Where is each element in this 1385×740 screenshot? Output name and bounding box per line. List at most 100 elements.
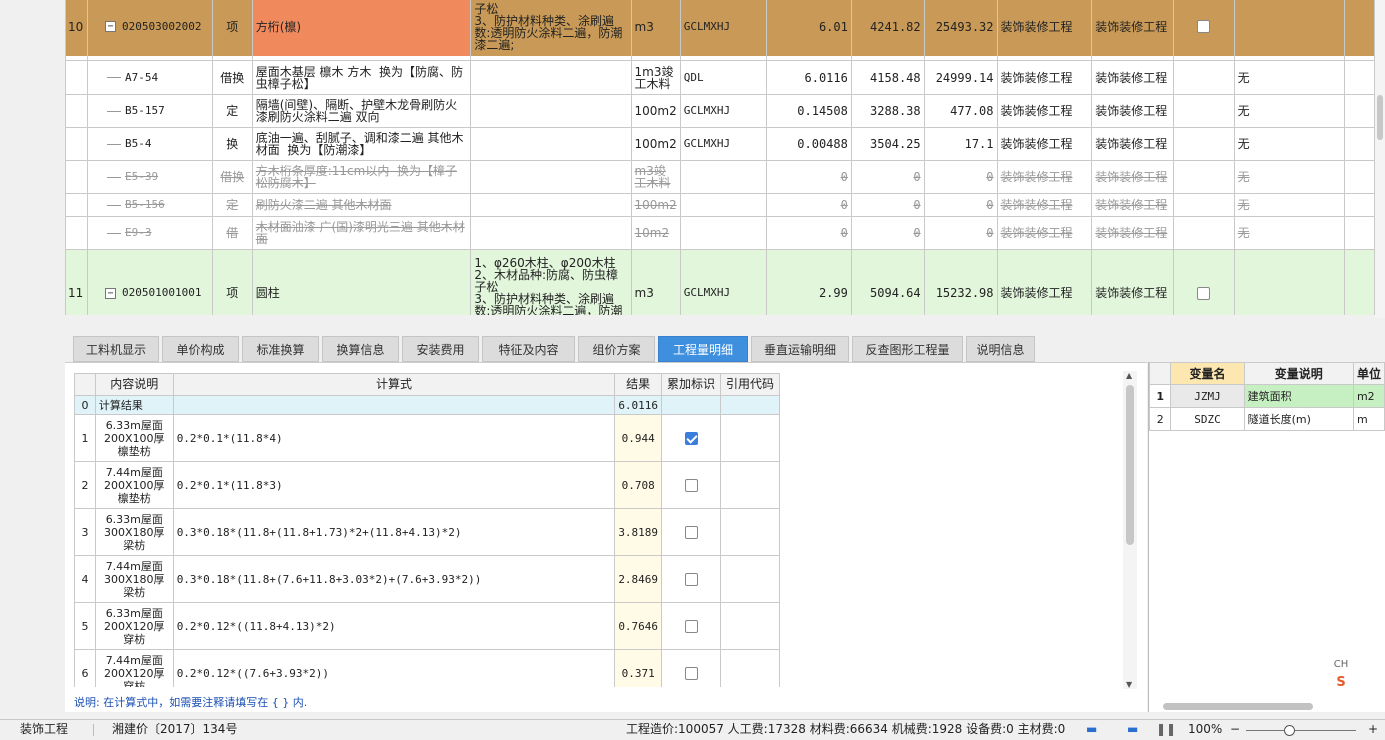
item-price[interactable]: 0 <box>850 216 925 250</box>
item-qty-rule[interactable] <box>679 216 768 250</box>
var-index[interactable]: 1 <box>1148 384 1172 408</box>
zoom-slider-track[interactable] <box>1246 730 1356 731</box>
item-total[interactable]: 24999.14 <box>923 60 998 95</box>
item-total[interactable]: 25493.32 <box>923 0 998 57</box>
row-flag-cell[interactable] <box>661 461 722 509</box>
accumulate-checkbox[interactable] <box>684 666 698 680</box>
row-ref[interactable] <box>720 461 780 509</box>
item-qty[interactable]: 2.99 <box>766 249 852 315</box>
item-checkbox-cell[interactable] <box>1173 249 1235 315</box>
layout-icon[interactable]: ▬ <box>1086 718 1097 740</box>
bill-item-row[interactable]: 10−020503002002 项方桁(檩) 子松 3、防护材料种类、涂刷遍数:透明… <box>65 0 1375 57</box>
col-header-var-name[interactable]: 变量名 <box>1170 362 1245 385</box>
detail-row[interactable]: 5 6.33m屋面200X120厚穿枋 0.2*0.12*((11.8+4.13)*… <box>74 602 780 650</box>
row-ref[interactable] <box>720 602 780 650</box>
item-major-2[interactable]: 装饰装修工程 <box>1091 249 1175 315</box>
item-feature[interactable] <box>470 60 632 95</box>
item-code[interactable]: B5-157 <box>86 94 213 128</box>
var-unit[interactable]: m2 <box>1352 384 1385 408</box>
row-number[interactable] <box>65 160 88 194</box>
item-name[interactable]: 木材面油漆 广(国)漆明光三遍 其他木材面 <box>251 216 472 250</box>
var-unit[interactable]: m <box>1352 407 1385 431</box>
item-total[interactable]: 15232.98 <box>923 249 998 315</box>
col-header-var-unit[interactable]: 单位 <box>1352 362 1385 385</box>
item-type[interactable]: 换 <box>211 127 253 161</box>
zoom-slider-knob[interactable] <box>1284 725 1295 736</box>
item-total[interactable]: 0 <box>923 160 998 194</box>
item-extra[interactable]: 无 <box>1233 94 1346 128</box>
row-result[interactable]: 3.8189 <box>614 508 663 556</box>
item-major-2[interactable]: 装饰装修工程 <box>1091 0 1175 57</box>
item-checkbox-cell[interactable] <box>1173 60 1235 95</box>
var-name[interactable]: SDZC <box>1170 407 1245 431</box>
item-feature[interactable] <box>470 193 632 217</box>
item-name[interactable]: 方木桁条厚度:11cm以内 换为【樟子松防腐木】 <box>251 160 472 194</box>
item-qty-rule[interactable]: GCLMXHJ <box>679 249 768 315</box>
result-formula[interactable] <box>172 395 616 415</box>
row-number[interactable] <box>65 127 88 161</box>
item-type[interactable]: 定 <box>211 193 253 217</box>
item-unit[interactable]: 100m2 <box>630 94 681 128</box>
tab-3[interactable]: 换算信息 <box>322 336 399 362</box>
accumulate-checkbox[interactable] <box>684 478 698 492</box>
detail-row[interactable]: 3 6.33m屋面300X180厚梁枋 0.3*0.18*(11.8+(11.8+1… <box>74 508 780 556</box>
var-desc[interactable]: 隧道长度(m) <box>1243 407 1354 431</box>
detail-row[interactable]: 1 6.33m屋面200X100厚檩垫枋 0.2*0.1*(11.8*4) 0.944 <box>74 414 780 462</box>
item-type[interactable]: 借换 <box>211 160 253 194</box>
item-major-2[interactable]: 装饰装修工程 <box>1091 216 1175 250</box>
item-extra[interactable]: 无 <box>1233 127 1346 161</box>
row-number[interactable] <box>65 94 88 128</box>
tab-4[interactable]: 安装费用 <box>402 336 479 362</box>
row-result[interactable]: 0.7646 <box>614 602 663 650</box>
row-result[interactable]: 0.371 <box>614 649 663 687</box>
row-number[interactable] <box>65 193 88 217</box>
item-name[interactable]: 屋面木基层 檩木 方木 换为【防腐、防虫樟子松】 <box>251 60 472 95</box>
col-header-ref[interactable]: 引用代码 <box>720 373 780 396</box>
tab-6[interactable]: 组价方案 <box>578 336 655 362</box>
item-blank[interactable] <box>1344 0 1375 57</box>
var-index[interactable]: 2 <box>1148 407 1172 431</box>
item-checkbox-cell[interactable] <box>1173 94 1235 128</box>
bill-grid-hscroll[interactable]: ◀ ▶ <box>65 315 1375 318</box>
row-formula[interactable]: 0.2*0.1*(11.8*3) <box>172 461 616 509</box>
quantity-detail-grid[interactable]: 内容说明 计算式 结果 累加标识 引用代码 0 计算结果 6.0116 1 6.3… <box>74 373 780 687</box>
sub-item-row[interactable]: B5-156 定刷防火漆二遍 其他木材面 100m2 0 0 0 装饰装修工程 装饰装修工程无 <box>65 193 1375 217</box>
scroll-up-icon[interactable]: ▲ <box>1126 371 1132 380</box>
item-major[interactable]: 装饰装修工程 <box>996 160 1093 194</box>
item-unit[interactable]: m3竣工木料 <box>630 160 681 194</box>
item-unit[interactable]: m3 <box>630 0 681 57</box>
item-name[interactable]: 隔墙(间壁)、隔断、护壁木龙骨刷防火漆刷防火涂料二遍 双向 <box>251 94 472 128</box>
accumulate-checkbox[interactable] <box>684 525 698 539</box>
row-formula[interactable]: 0.3*0.18*(11.8+(11.8+1.73)*2+(11.8+4.13)… <box>172 508 616 556</box>
col-header-desc[interactable]: 内容说明 <box>94 373 174 396</box>
item-unit[interactable]: m3 <box>630 249 681 315</box>
item-price[interactable]: 5094.64 <box>850 249 925 315</box>
item-checkbox-cell[interactable] <box>1173 216 1235 250</box>
item-price[interactable]: 0 <box>850 193 925 217</box>
item-checkbox-cell[interactable] <box>1173 193 1235 217</box>
item-major-2[interactable]: 装饰装修工程 <box>1091 127 1175 161</box>
result-row[interactable]: 0 计算结果 6.0116 <box>74 395 780 415</box>
zoom-in-button[interactable]: + <box>1368 718 1378 740</box>
item-price[interactable]: 3288.38 <box>850 94 925 128</box>
item-qty-rule[interactable] <box>679 160 768 194</box>
item-name[interactable]: 刷防火漆二遍 其他木材面 <box>251 193 472 217</box>
item-checkbox-cell[interactable] <box>1173 160 1235 194</box>
item-checkbox-cell[interactable] <box>1173 0 1235 57</box>
item-unit[interactable]: 100m2 <box>630 127 681 161</box>
sub-item-row[interactable]: B5-157 定隔墙(间壁)、隔断、护壁木龙骨刷防火漆刷防火涂料二遍 双向 100m… <box>65 94 1375 128</box>
item-blank[interactable] <box>1344 60 1375 95</box>
row-flag-cell[interactable] <box>661 555 722 603</box>
row-number[interactable]: 11 <box>65 249 88 315</box>
item-major-2[interactable]: 装饰装修工程 <box>1091 160 1175 194</box>
item-total[interactable]: 0 <box>923 216 998 250</box>
tab-8[interactable]: 垂直运输明细 <box>751 336 849 362</box>
row-formula[interactable]: 0.2*0.1*(11.8*4) <box>172 414 616 462</box>
sub-item-row[interactable]: E5-39 借换 方木桁条厚度:11cm以内 换为【樟子松防腐木】 m3竣工木料 0 0 0… <box>65 160 1375 194</box>
zoom-out-button[interactable]: − <box>1230 718 1240 740</box>
collapse-icon[interactable]: − <box>104 287 116 299</box>
var-name[interactable]: JZMJ <box>1170 384 1245 408</box>
row-desc[interactable]: 7.44m屋面200X120厚穿枋 <box>94 649 174 687</box>
item-major[interactable]: 装饰装修工程 <box>996 0 1093 57</box>
bill-grid[interactable]: 10−020503002002 项方桁(檩) 子松 3、防护材料种类、涂刷遍数:透明… <box>65 0 1375 315</box>
